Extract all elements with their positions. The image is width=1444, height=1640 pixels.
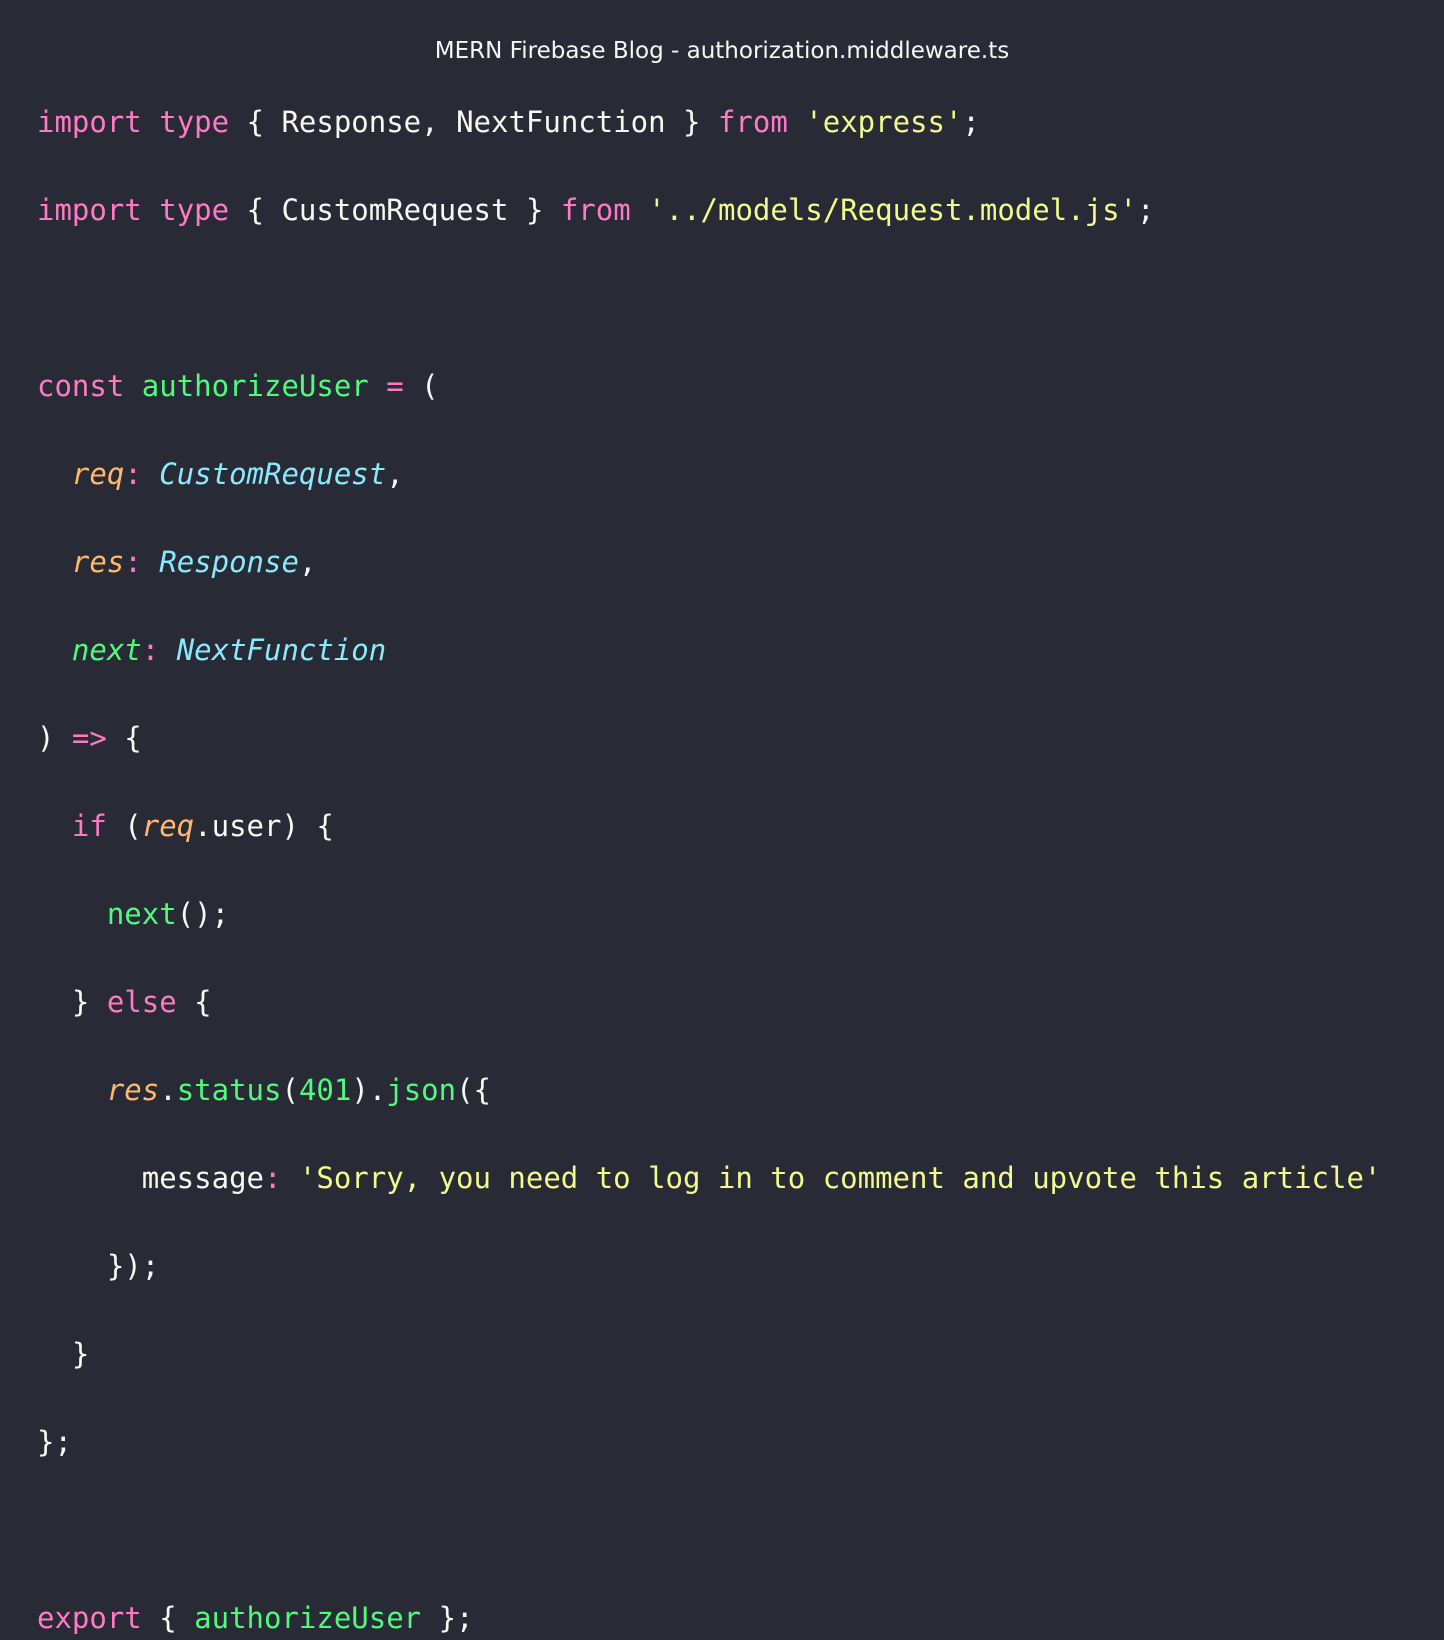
brace-close: } bbox=[665, 105, 718, 139]
semicolon: ; bbox=[962, 105, 980, 139]
keyword-export: export bbox=[37, 1601, 142, 1635]
semicolon: ; bbox=[1137, 193, 1155, 227]
type-next-function: NextFunction bbox=[176, 633, 387, 667]
param-next: next bbox=[71, 633, 142, 667]
keyword-else: else bbox=[106, 985, 177, 1019]
call-json: json bbox=[386, 1073, 457, 1107]
object-close: }); bbox=[106, 1249, 160, 1283]
comma: , bbox=[298, 545, 317, 579]
keyword-const: const bbox=[37, 369, 125, 403]
param-res: res bbox=[106, 1073, 160, 1107]
key-colon: : bbox=[263, 1161, 299, 1195]
code-line-13: message: 'Sorry, you need to log in to c… bbox=[37, 1156, 1382, 1200]
code-line-7: next: NextFunction bbox=[37, 628, 1381, 672]
keyword-from: from bbox=[560, 193, 631, 227]
call-status: status bbox=[176, 1073, 282, 1107]
paren-close-dot: ). bbox=[351, 1073, 387, 1107]
keyword-from: from bbox=[717, 105, 788, 139]
code-window: MERN Firebase Blog - authorization.middl… bbox=[0, 0, 1444, 1635]
code-line-1: import type { Response, NextFunction } f… bbox=[37, 100, 1381, 144]
brace-close: } bbox=[71, 985, 107, 1019]
keyword-type: type bbox=[159, 193, 230, 227]
brace-close: } bbox=[508, 193, 561, 227]
code-line-14: }); bbox=[37, 1244, 1381, 1288]
type-colon: : bbox=[124, 457, 160, 491]
code-line-4: const authorizeUser = ( bbox=[37, 364, 1381, 408]
brace-open: { bbox=[229, 193, 282, 227]
param-req: req bbox=[71, 457, 125, 491]
paren-open: ( bbox=[421, 369, 439, 403]
brace-open: { bbox=[229, 105, 282, 139]
brace-open: { bbox=[106, 721, 142, 755]
arrow-operator: => bbox=[71, 721, 107, 755]
keyword-if: if bbox=[71, 809, 107, 843]
brace-close: }; bbox=[421, 1601, 474, 1635]
code-line-12: res.status(401).json({ bbox=[37, 1068, 1381, 1112]
code-line-6: res: Response, bbox=[37, 540, 1381, 584]
type-colon: : bbox=[141, 633, 177, 667]
type-response: Response bbox=[159, 545, 299, 579]
type-custom-request: CustomRequest bbox=[159, 457, 387, 491]
code-line-10: next(); bbox=[37, 892, 1381, 936]
paren-open: ( bbox=[106, 809, 142, 843]
code-line-18: export { authorizeUser }; bbox=[37, 1596, 1381, 1640]
property-user: .user) { bbox=[194, 809, 334, 843]
status-code: 401 bbox=[298, 1073, 352, 1107]
function-close: }; bbox=[37, 1425, 72, 1459]
object-open: ({ bbox=[456, 1073, 492, 1107]
call-parens: (); bbox=[176, 897, 230, 931]
code-line-8: ) => { bbox=[37, 716, 1381, 760]
code-block: import type { Response, NextFunction } f… bbox=[37, 100, 1381, 1640]
message-string: 'Sorry, you need to log in to comment an… bbox=[298, 1161, 1382, 1195]
brace-close: } bbox=[71, 1337, 90, 1371]
operator-equals: = bbox=[368, 369, 422, 403]
param-res: res bbox=[71, 545, 125, 579]
code-line-5: req: CustomRequest, bbox=[37, 452, 1381, 496]
paren-close: ) bbox=[37, 721, 72, 755]
import-names: Response, NextFunction bbox=[281, 105, 666, 139]
call-next: next bbox=[106, 897, 177, 931]
dot: . bbox=[159, 1073, 177, 1107]
code-line-9: if (req.user) { bbox=[37, 804, 1381, 848]
param-req: req bbox=[141, 809, 195, 843]
keyword-type: type bbox=[159, 105, 230, 139]
code-line-11: } else { bbox=[37, 980, 1381, 1024]
window-title: MERN Firebase Blog - authorization.middl… bbox=[434, 38, 1010, 64]
import-source: '../models/Request.model.js' bbox=[648, 193, 1138, 227]
keyword-import: import bbox=[37, 193, 142, 227]
code-line-15: } bbox=[37, 1332, 1381, 1376]
import-source: 'express' bbox=[805, 105, 963, 139]
function-name: authorizeUser bbox=[141, 369, 369, 403]
export-name: authorizeUser bbox=[194, 1601, 422, 1635]
type-colon: : bbox=[124, 545, 160, 579]
brace-open: { bbox=[141, 1601, 195, 1635]
keyword-import: import bbox=[37, 105, 142, 139]
code-line-16: }; bbox=[37, 1420, 1381, 1464]
comma: , bbox=[386, 457, 404, 491]
brace-open: { bbox=[176, 985, 212, 1019]
import-names: CustomRequest bbox=[281, 193, 509, 227]
paren-open: ( bbox=[281, 1073, 299, 1107]
key-message: message bbox=[141, 1161, 264, 1195]
code-line-2: import type { CustomRequest } from '../m… bbox=[37, 188, 1381, 232]
